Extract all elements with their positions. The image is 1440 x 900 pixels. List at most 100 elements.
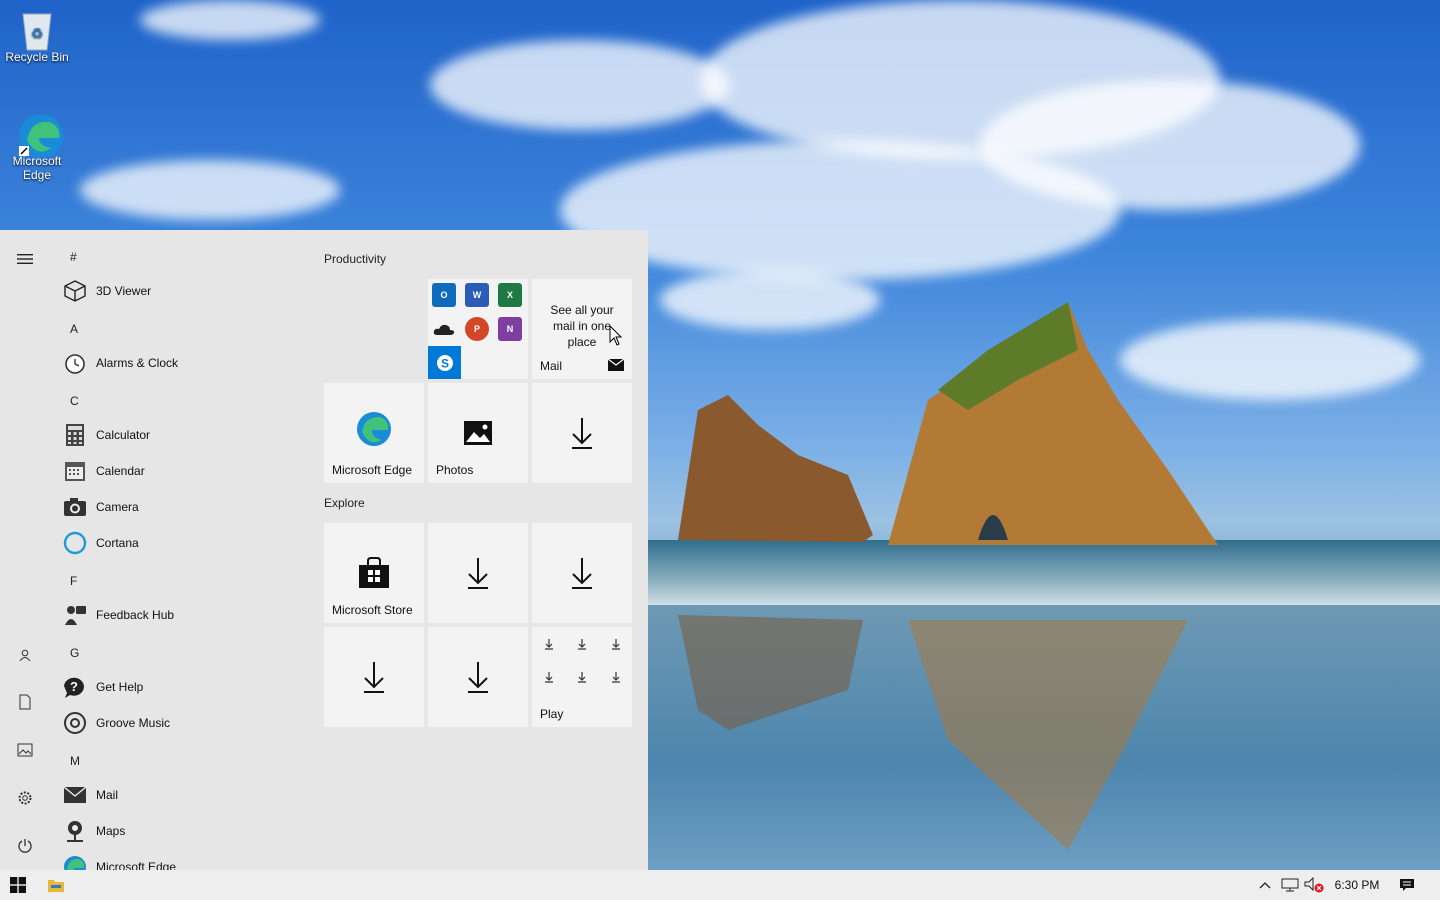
section-header-c[interactable]: C	[70, 394, 79, 408]
start-rail	[0, 230, 50, 870]
app-item-camera[interactable]: Camera	[62, 489, 302, 525]
network-tray-button[interactable]	[1278, 870, 1302, 900]
pending-app-tile[interactable]	[428, 627, 528, 727]
download-arrow-icon	[324, 627, 424, 727]
edge-tile-label: Microsoft Edge	[332, 463, 413, 477]
cortana-icon	[62, 530, 88, 556]
app-item-cortana[interactable]: Cortana	[62, 525, 302, 561]
microsoft-store-tile[interactable]: Microsoft Store	[324, 523, 424, 623]
app-item-calendar[interactable]: Calendar	[62, 453, 302, 489]
photos-tile[interactable]: Photos	[428, 383, 528, 483]
word-icon: W	[465, 283, 489, 307]
show-hidden-icons-button[interactable]	[1254, 870, 1276, 900]
app-label: Get Help	[96, 680, 144, 694]
app-list: # 3D Viewer A Alarms & Clock C Calculato…	[50, 230, 310, 870]
edge-tile[interactable]: Microsoft Edge	[324, 383, 424, 483]
skype-icon: S	[436, 354, 453, 371]
edge-desktop-icon[interactable]: Microsoft Edge	[1, 112, 73, 182]
get-help-icon: ?	[62, 674, 88, 700]
documents-icon	[19, 694, 31, 710]
office-apps-folder-tile[interactable]: O W X P N S	[428, 279, 528, 379]
pending-app-tile[interactable]	[428, 523, 528, 623]
gear-icon	[18, 791, 32, 805]
file-explorer-taskbar-button[interactable]	[40, 870, 72, 900]
play-tile-label: Play	[540, 707, 564, 721]
pictures-button[interactable]	[10, 735, 40, 765]
user-account-button[interactable]	[10, 640, 40, 670]
edge-icon	[62, 854, 88, 870]
mouse-cursor-icon	[609, 325, 623, 346]
mail-icon	[608, 359, 624, 371]
app-label: Calculator	[96, 428, 151, 442]
group-header-explore[interactable]: Explore	[324, 496, 365, 510]
pictures-icon	[17, 743, 33, 757]
excel-icon: X	[498, 283, 522, 307]
download-arrow-icon	[428, 523, 528, 623]
action-center-button[interactable]	[1394, 870, 1420, 900]
section-header-m[interactable]: M	[70, 754, 80, 768]
download-arrow-icon	[532, 383, 632, 483]
app-label: 3D Viewer	[96, 284, 152, 298]
app-item-maps[interactable]: Maps	[62, 813, 302, 849]
expand-menu-button[interactable]	[10, 244, 40, 274]
recycle-bin-label: Recycle Bin	[5, 50, 69, 64]
app-label: Camera	[96, 500, 139, 514]
app-label: Groove Music	[96, 716, 171, 730]
settings-button[interactable]	[10, 783, 40, 813]
edge-icon	[324, 383, 424, 475]
calendar-icon	[62, 458, 88, 484]
maps-icon	[62, 818, 88, 844]
app-item-feedback-hub[interactable]: Feedback Hub	[62, 597, 302, 633]
edge-icon	[17, 112, 63, 158]
calculator-icon	[62, 422, 88, 448]
power-button[interactable]	[10, 831, 40, 861]
volume-tray-button[interactable]	[1302, 870, 1326, 900]
network-icon	[1281, 878, 1299, 892]
mail-tile-label: Mail	[540, 359, 563, 373]
app-label: Calendar	[96, 464, 145, 478]
documents-button[interactable]	[10, 687, 40, 717]
chevron-up-icon	[1259, 882, 1271, 889]
section-header-g[interactable]: G	[70, 646, 79, 660]
app-label: Feedback Hub	[96, 608, 175, 622]
app-item-microsoft-edge[interactable]: Microsoft Edge	[62, 849, 302, 870]
edge-desktop-label: Microsoft Edge	[12, 154, 62, 182]
download-arrow-icon	[545, 639, 620, 683]
pending-app-tile[interactable]	[532, 383, 632, 483]
app-item-3d-viewer[interactable]: 3D Viewer	[62, 273, 302, 309]
section-header-a[interactable]: A	[70, 322, 78, 336]
photos-tile-label: Photos	[436, 463, 474, 477]
app-item-mail[interactable]: Mail	[62, 777, 302, 813]
pending-app-tile[interactable]	[324, 627, 424, 727]
svg-text:♻: ♻	[31, 25, 44, 41]
group-header-productivity[interactable]: Productivity	[324, 252, 386, 266]
download-arrow-icon	[428, 627, 528, 727]
skype-tile[interactable]: S	[428, 346, 461, 379]
powerpoint-icon: P	[465, 317, 489, 341]
app-label: Alarms & Clock	[96, 356, 179, 370]
pending-app-tile[interactable]	[532, 523, 632, 623]
section-header-hash[interactable]: #	[70, 250, 77, 264]
app-label: Microsoft Edge	[96, 860, 177, 870]
cube-icon	[62, 278, 88, 304]
section-header-f[interactable]: F	[70, 574, 77, 588]
app-item-alarms-clock[interactable]: Alarms & Clock	[62, 345, 302, 381]
recycle-bin-icon: ♻	[17, 8, 57, 51]
notification-icon	[1400, 879, 1414, 891]
taskbar-clock[interactable]: 6:30 PM	[1330, 870, 1384, 900]
alarm-clock-icon	[62, 350, 88, 376]
play-folder-tile[interactable]: Play	[532, 627, 632, 727]
app-item-calculator[interactable]: Calculator	[62, 417, 302, 453]
svg-text:?: ?	[70, 679, 78, 694]
rock-illustration	[678, 302, 1218, 850]
taskbar: 6:30 PM	[0, 870, 1440, 900]
app-item-groove-music[interactable]: Groove Music	[62, 705, 302, 741]
user-icon	[19, 649, 31, 661]
app-label: Cortana	[96, 536, 139, 550]
recycle-bin-desktop-icon[interactable]: ♻ Recycle Bin	[1, 8, 73, 64]
power-icon	[18, 839, 32, 853]
app-label: Maps	[96, 824, 126, 838]
app-item-get-help[interactable]: ? Get Help	[62, 669, 302, 705]
windows-logo-icon	[10, 877, 26, 893]
start-button[interactable]	[0, 870, 36, 900]
